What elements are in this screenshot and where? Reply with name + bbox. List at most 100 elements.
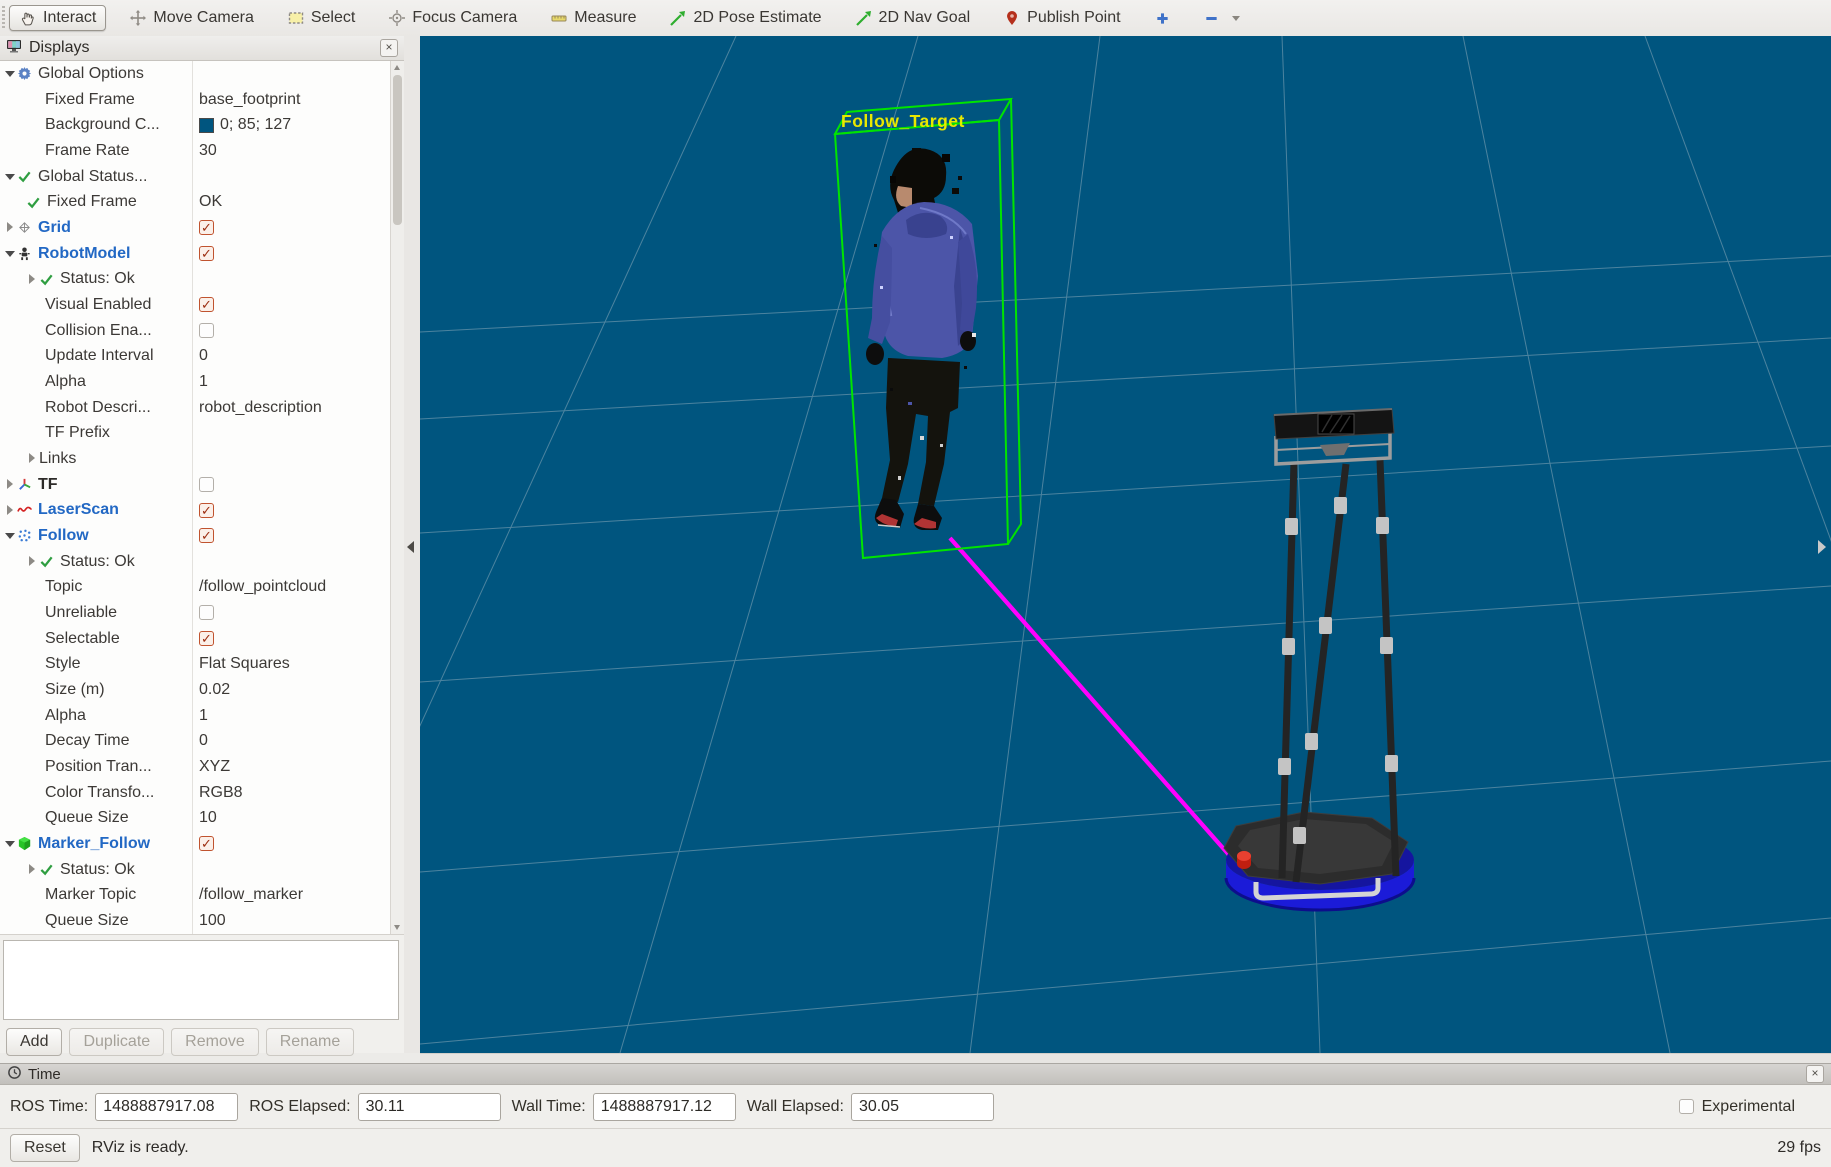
tree-row-selectable[interactable]: Selectable ✓ [0,625,404,652]
color-swatch[interactable] [199,117,214,133]
tree-row-laserscan[interactable]: LaserScan ✓ [0,497,404,524]
tree-row-marker-topic[interactable]: Marker Topic/follow_marker [0,882,404,909]
wall-elapsed-input[interactable] [850,1092,994,1121]
enabled-checkbox[interactable]: ✓ [199,528,214,544]
row-value[interactable]: Flat Squares [199,655,290,673]
expander-open-icon[interactable] [4,170,17,183]
experimental-checkbox[interactable] [1678,1099,1694,1114]
tree-row-background-c[interactable]: Background C... 0; 85; 127 [0,112,404,139]
tree-row-status-ok[interactable]: Status: Ok [0,548,404,575]
tree-row-size-m[interactable]: Size (m) 0.02 [0,677,404,703]
tree-row-color-transfo[interactable]: Color Transfo... RGB8 [0,779,404,806]
expander-open-icon[interactable] [4,837,17,850]
tool-2d-nav-goal[interactable]: 2D Nav Goal [846,5,981,31]
enabled-checkbox[interactable]: ✓ [199,246,214,262]
expander-open-icon[interactable] [4,247,17,260]
tree-row-update-interval[interactable]: Update Interval 0 [0,343,404,370]
ros-time-input[interactable] [95,1092,239,1121]
row-value[interactable]: XYZ [199,758,230,776]
tree-row-collision-ena[interactable]: Collision Ena... [0,317,404,344]
tree-row-status-ok[interactable]: Status: Ok [0,266,404,293]
enabled-checkbox[interactable] [199,477,214,493]
displays-tree-scrollbar[interactable] [390,61,404,934]
wall-time-input[interactable] [592,1092,736,1121]
tree-row-status-ok[interactable]: Status: Ok [0,856,404,883]
expander-closed-icon[interactable] [26,273,39,286]
tree-row-tf[interactable]: TF [0,471,404,498]
tree-row-global-options[interactable]: Global Options [0,61,404,87]
tool-publish-point[interactable]: Publish Point [994,5,1130,31]
tree-row-frame-rate[interactable]: Frame Rate 30 [0,138,404,164]
row-value[interactable]: /follow_marker [199,886,303,904]
tool-focus-camera[interactable]: Focus Camera [379,5,527,31]
row-value[interactable]: 0.02 [199,681,230,699]
expander-open-icon[interactable] [4,67,17,80]
expander-closed-icon[interactable] [4,221,17,234]
row-value[interactable]: /follow_pointcloud [199,578,326,596]
render-viewport[interactable]: Follow_Target [420,36,1831,1053]
chevron-down-icon[interactable] [1231,15,1240,21]
row-value[interactable]: 30 [199,142,217,160]
tree-row-tf-prefix[interactable]: TF Prefix [0,420,404,447]
row-value[interactable]: 0; 85; 127 [220,116,291,134]
panel-splitter[interactable] [404,36,420,1053]
tree-row-alpha[interactable]: Alpha 1 [0,702,404,729]
tree-row-fixed-frame[interactable]: Fixed Frame base_footprint [0,86,404,113]
tool-move-camera[interactable]: Move Camera [120,5,263,31]
row-value[interactable]: robot_description [199,399,322,417]
collapse-left-icon[interactable] [407,541,414,553]
scroll-up-icon[interactable] [394,65,400,70]
scroll-down-icon[interactable] [394,925,400,930]
enabled-checkbox[interactable]: ✓ [199,502,214,518]
toolbar-grip[interactable] [2,6,5,30]
enabled-checkbox[interactable] [199,605,214,621]
enabled-checkbox[interactable]: ✓ [199,631,214,647]
tree-row-follow[interactable]: Follow ✓ [0,523,404,549]
expander-closed-icon[interactable] [26,555,39,568]
tool-add-tool-icon[interactable] [1145,7,1180,30]
tree-row-marker-follow[interactable]: Marker_Follow ✓ [0,831,404,857]
expander-open-icon[interactable] [4,529,17,542]
tree-row-style[interactable]: Style Flat Squares [0,651,404,678]
tree-row-grid[interactable]: Grid ✓ [0,215,404,241]
tree-row-queue-size[interactable]: Queue Size 100 [0,908,404,934]
row-value[interactable]: 1 [199,373,208,391]
displays-close-icon[interactable]: × [380,39,398,57]
ros-elapsed-input[interactable] [357,1092,501,1121]
tool-select[interactable]: Select [278,5,365,31]
scrollbar-thumb[interactable] [393,75,402,225]
row-value[interactable]: 100 [199,912,226,930]
tree-row-robotmodel[interactable]: RobotModel ✓ [0,240,404,267]
tree-row-visual-enabled[interactable]: Visual Enabled ✓ [0,292,404,318]
tree-row-position-tran[interactable]: Position Tran... XYZ [0,754,404,780]
row-value[interactable]: RGB8 [199,784,243,802]
tree-row-fixed-frame[interactable]: Fixed Frame OK [0,189,404,216]
expander-closed-icon[interactable] [26,863,39,876]
row-value[interactable]: 10 [199,809,217,827]
row-value[interactable]: 0 [199,732,208,750]
tool-2d-pose-estimate[interactable]: 2D Pose Estimate [660,5,831,31]
tree-row-unreliable[interactable]: Unreliable [0,600,404,626]
expander-closed-icon[interactable] [26,452,39,465]
row-value[interactable]: 0 [199,347,208,365]
row-value[interactable]: 1 [199,707,208,725]
tree-row-alpha[interactable]: Alpha 1 [0,369,404,395]
expander-closed-icon[interactable] [4,478,17,491]
tool-measure[interactable]: Measure [541,5,646,31]
enabled-checkbox[interactable]: ✓ [199,836,214,852]
tree-row-robot-descri[interactable]: Robot Descri... robot_description [0,394,404,421]
row-value[interactable]: base_footprint [199,91,300,109]
tree-row-global-status[interactable]: Global Status... [0,163,404,190]
tree-row-topic[interactable]: Topic/follow_pointcloud [0,574,404,601]
tree-row-decay-time[interactable]: Decay Time 0 [0,728,404,755]
time-close-icon[interactable]: × [1806,1065,1824,1083]
tool-interact[interactable]: Interact [9,5,107,31]
enabled-checkbox[interactable]: ✓ [199,297,214,313]
reset-button[interactable]: Reset [10,1134,80,1162]
expander-closed-icon[interactable] [4,504,17,517]
tree-row-queue-size[interactable]: Queue Size 10 [0,805,404,832]
add-button[interactable]: Add [6,1028,63,1056]
row-value[interactable]: OK [199,193,222,211]
tool-remove-tool-icon[interactable] [1194,7,1250,30]
enabled-checkbox[interactable]: ✓ [199,220,214,236]
